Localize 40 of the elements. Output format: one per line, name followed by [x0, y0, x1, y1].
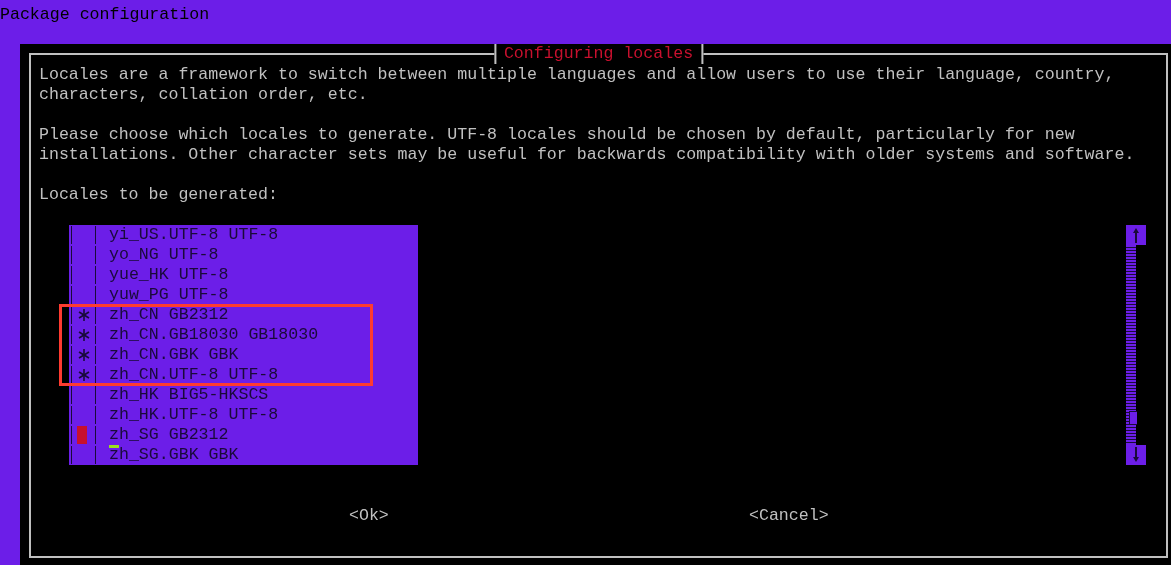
- locale-label[interactable]: zh_SG.GBK GBK: [109, 445, 239, 465]
- asterisk-icon: [78, 349, 90, 361]
- checkbox[interactable]: [71, 426, 96, 444]
- dialog-title: Configuring locales: [493, 44, 704, 64]
- scrollbar[interactable]: [1126, 225, 1146, 465]
- locale-label[interactable]: zh_CN.GB18030 GB18030: [109, 325, 319, 345]
- checkbox[interactable]: [71, 226, 96, 244]
- description-text: Locales to be generated:: [39, 185, 278, 205]
- up-arrow-icon[interactable]: [1132, 227, 1140, 243]
- checkbox[interactable]: [71, 306, 96, 324]
- scrollbar-thumb[interactable]: [1129, 411, 1137, 425]
- asterisk-icon: [78, 329, 90, 341]
- description-text: Please choose which locales to generate. UTF-8 locales should be chosen by default, particularly for new installations. Other character sets may be useful for backwards compatibility with older systems and software.: [39, 125, 1135, 165]
- locale-label[interactable]: zh_HK.UTF-8 UTF-8: [109, 405, 279, 425]
- checkbox[interactable]: [71, 266, 96, 284]
- checkbox[interactable]: [71, 446, 96, 464]
- locale-label[interactable]: zh_SG GB2312: [109, 425, 229, 445]
- down-arrow-icon[interactable]: [1132, 447, 1140, 463]
- locale-label[interactable]: yuw_PG UTF-8: [109, 285, 229, 305]
- asterisk-icon: [78, 309, 90, 321]
- checkbox[interactable]: [71, 326, 96, 344]
- checkbox[interactable]: [71, 386, 96, 404]
- checkbox[interactable]: [71, 406, 96, 424]
- asterisk-icon: [78, 369, 90, 381]
- checkbox[interactable]: [71, 246, 96, 264]
- checkbox[interactable]: [71, 366, 96, 384]
- checkbox[interactable]: [71, 346, 96, 364]
- locale-label[interactable]: zh_HK BIG5-HKSCS: [109, 385, 269, 405]
- ok-button[interactable]: <Ok>: [349, 506, 389, 526]
- text-cursor: [109, 445, 119, 448]
- locale-label[interactable]: yi_US.UTF-8 UTF-8: [109, 225, 279, 245]
- cancel-button[interactable]: <Cancel>: [749, 506, 829, 526]
- locale-label[interactable]: zh_CN GB2312: [109, 305, 229, 325]
- locale-label[interactable]: yue_HK UTF-8: [109, 265, 229, 285]
- locale-label[interactable]: zh_CN.UTF-8 UTF-8: [109, 365, 279, 385]
- checkbox[interactable]: [71, 286, 96, 304]
- locale-label[interactable]: zh_CN.GBK GBK: [109, 345, 239, 365]
- locale-label[interactable]: yo_NG UTF-8: [109, 245, 219, 265]
- window-title: Package configuration: [0, 4, 210, 25]
- description-text: Locales are a framework to switch between multiple languages and allow users to use their language, country, characters, collation order, etc.: [39, 65, 1115, 105]
